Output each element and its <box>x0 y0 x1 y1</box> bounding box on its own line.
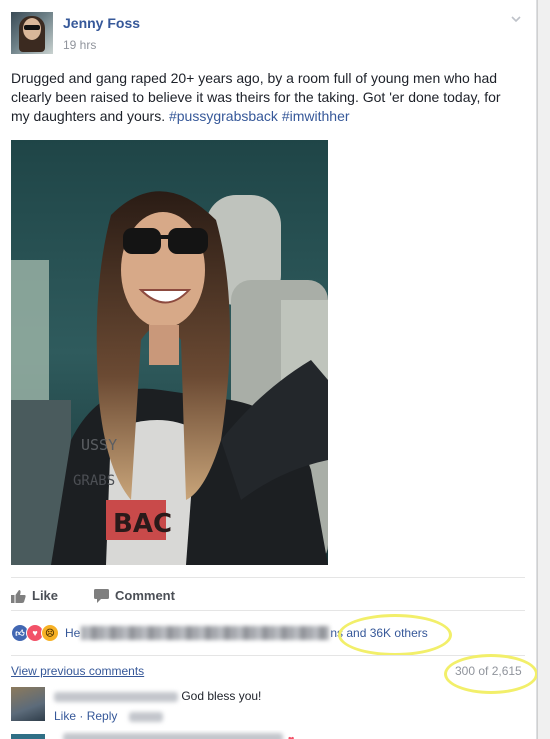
comment-label: Comment <box>115 588 175 603</box>
comment-button[interactable]: Comment <box>94 588 175 603</box>
comment-like-link[interactable]: Like <box>54 709 76 723</box>
comment-body: God bless you! <box>54 689 261 703</box>
redacted-names <box>81 626 330 640</box>
shirt-text-2: GRABS <box>73 473 115 489</box>
shirt-text-1: USSY <box>81 436 117 454</box>
comment-actions: Like · Reply <box>54 709 163 723</box>
comment-text: God bless you! <box>181 689 262 703</box>
shirt-text-3: BAC <box>113 509 172 539</box>
author-avatar[interactable] <box>11 12 53 54</box>
sad-reaction-icon: ☹ <box>41 624 59 642</box>
hashtag-pussygrabsback[interactable]: #pussygrabsback <box>169 108 278 124</box>
chevron-down-icon[interactable] <box>509 12 523 26</box>
thumbs-up-icon <box>11 589 26 603</box>
like-button[interactable]: Like <box>11 588 58 603</box>
commenter-avatar[interactable] <box>11 687 45 721</box>
post-body: Drugged and gang raped 20+ years ago, by… <box>11 69 516 126</box>
post-photo[interactable]: USSY GRABS BAC <box>11 140 328 565</box>
like-label: Like <box>32 588 59 603</box>
speech-bubble-icon <box>94 588 109 603</box>
post-card: Jenny Foss 19 hrs Drugged and gang raped… <box>0 0 538 739</box>
scrollbar[interactable] <box>537 0 550 739</box>
reaction-tail-text: ns and 36K others <box>330 626 428 640</box>
redacted-comment-time <box>128 711 163 722</box>
comment-count: 300 of 2,615 <box>455 664 522 678</box>
next-comment-partial: ♥ <box>11 730 531 739</box>
reaction-summary[interactable]: 👍︎ ♥ ☹ He ns and 36K others <box>11 619 525 647</box>
reaction-lead-text: He <box>65 626 81 640</box>
author-name[interactable]: Jenny Foss <box>63 15 140 31</box>
hashtag-imwithher[interactable]: #imwithher <box>282 108 350 124</box>
view-previous-comments-link[interactable]: View previous comments <box>11 664 144 678</box>
divider-reactions <box>11 610 525 611</box>
selfie-image: USSY GRABS BAC <box>11 140 328 565</box>
avatar-sunglasses <box>24 25 40 30</box>
comment-reply-link[interactable]: Reply <box>87 709 118 723</box>
comment-separator: · <box>79 709 87 723</box>
redacted-commenter-name <box>54 691 178 702</box>
post-timestamp[interactable]: 19 hrs <box>63 38 96 52</box>
divider-comments <box>11 655 525 656</box>
divider-actions <box>11 577 525 578</box>
